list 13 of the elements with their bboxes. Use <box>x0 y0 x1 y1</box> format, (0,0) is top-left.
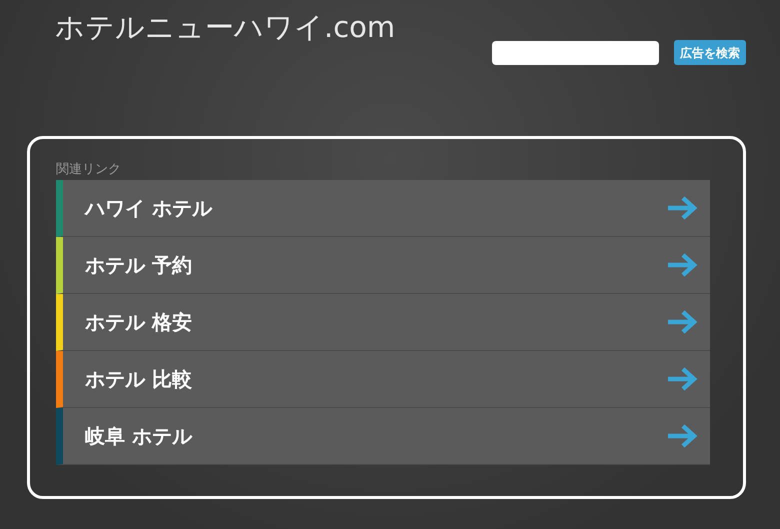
arrow-icon <box>666 195 698 221</box>
section-heading: 関連リンク <box>56 161 122 179</box>
search-field[interactable] <box>492 40 659 64</box>
arrow-icon <box>666 252 698 278</box>
related-link[interactable]: ホテル 格安 <box>56 294 710 351</box>
related-link[interactable]: 岐阜 ホテル <box>56 408 710 465</box>
related-link[interactable]: ハワイ ホテル <box>56 180 710 237</box>
arrow-icon <box>666 366 698 392</box>
site-title: ホテルニューハワイ.com <box>55 10 396 45</box>
arrow-icon <box>666 423 698 449</box>
related-link[interactable]: ホテル 比較 <box>56 351 710 408</box>
related-link[interactable]: ホテル 予約 <box>56 237 710 294</box>
arrow-icon <box>666 309 698 335</box>
